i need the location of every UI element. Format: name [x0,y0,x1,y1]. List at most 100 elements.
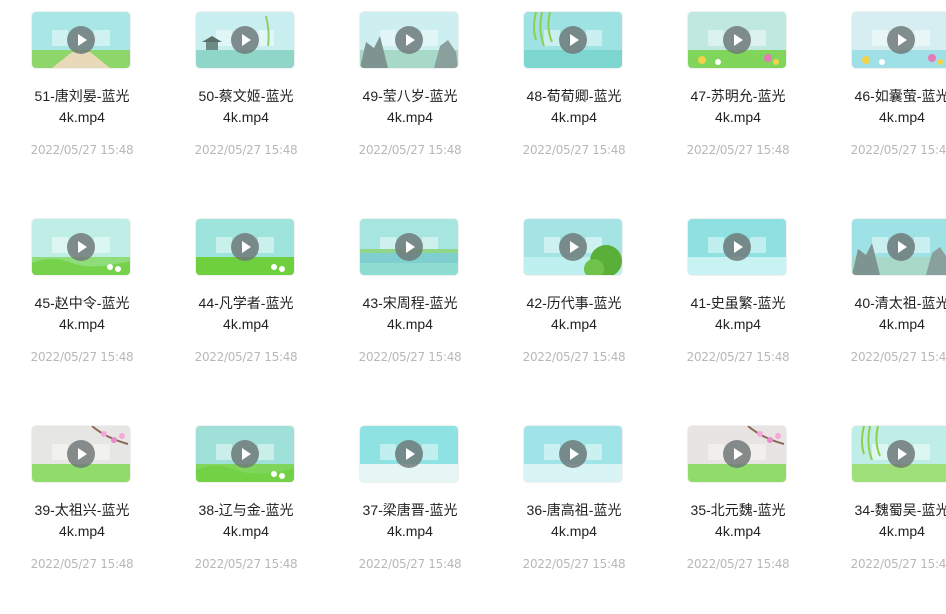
file-name[interactable]: 51-唐刘晏-蓝光 4k.mp4 [0,86,164,128]
video-file-item[interactable]: 48-荀荀卿-蓝光 4k.mp4 2022/05/27 15:48 [492,0,656,200]
video-file-item[interactable]: 41-史虽繁-蓝光 4k.mp4 2022/05/27 15:48 [656,207,820,407]
video-thumbnail[interactable] [524,219,622,275]
file-name[interactable]: 42-历代事-蓝光 4k.mp4 [492,293,656,335]
file-name-line2: 4k.mp4 [551,523,597,539]
file-name-line2: 4k.mp4 [387,523,433,539]
file-name-line2: 4k.mp4 [223,523,269,539]
play-icon[interactable] [395,233,423,261]
file-name-line1: 43-宋周程-蓝光 [362,295,458,311]
file-name-line2: 4k.mp4 [715,316,761,332]
video-thumbnail[interactable] [360,426,458,482]
video-thumbnail[interactable] [852,426,946,482]
file-date: 2022/05/27 15:48 [358,350,462,364]
play-icon[interactable] [231,233,259,261]
file-name-line1: 44-凡学者-蓝光 [198,295,294,311]
file-name[interactable]: 47-苏明允-蓝光 4k.mp4 [656,86,820,128]
video-file-item[interactable]: 38-辽与金-蓝光 4k.mp4 2022/05/27 15:48 [164,414,328,614]
file-name[interactable]: 39-太祖兴-蓝光 4k.mp4 [0,500,164,542]
file-name-line2: 4k.mp4 [551,109,597,125]
video-thumbnail[interactable] [196,12,294,68]
file-date: 2022/05/27 15:48 [30,143,134,157]
file-name-line1: 41-史虽繁-蓝光 [690,295,786,311]
file-name[interactable]: 36-唐高祖-蓝光 4k.mp4 [492,500,656,542]
file-date: 2022/05/27 15:48 [358,143,462,157]
video-thumbnail[interactable] [360,219,458,275]
video-thumbnail[interactable] [688,219,786,275]
play-icon[interactable] [559,26,587,54]
play-icon[interactable] [559,440,587,468]
video-file-item[interactable]: 49-莹八岁-蓝光 4k.mp4 2022/05/27 15:48 [328,0,492,200]
video-thumbnail[interactable] [852,219,946,275]
file-name[interactable]: 43-宋周程-蓝光 4k.mp4 [328,293,492,335]
video-thumbnail[interactable] [524,12,622,68]
play-icon[interactable] [67,26,95,54]
video-file-item[interactable]: 37-梁唐晋-蓝光 4k.mp4 2022/05/27 15:48 [328,414,492,614]
file-name-line2: 4k.mp4 [59,109,105,125]
file-name[interactable]: 45-赵中令-蓝光 4k.mp4 [0,293,164,335]
file-name[interactable]: 38-辽与金-蓝光 4k.mp4 [164,500,328,542]
video-file-item[interactable]: 39-太祖兴-蓝光 4k.mp4 2022/05/27 15:48 [0,414,164,614]
play-icon[interactable] [887,440,915,468]
play-icon[interactable] [723,26,751,54]
play-icon[interactable] [67,440,95,468]
video-thumbnail[interactable] [688,426,786,482]
file-name[interactable]: 49-莹八岁-蓝光 4k.mp4 [328,86,492,128]
video-file-item[interactable]: 43-宋周程-蓝光 4k.mp4 2022/05/27 15:48 [328,207,492,407]
video-thumbnail[interactable] [32,219,130,275]
file-name-line1: 51-唐刘晏-蓝光 [34,88,130,104]
video-file-item[interactable]: 44-凡学者-蓝光 4k.mp4 2022/05/27 15:48 [164,207,328,407]
file-date: 2022/05/27 15:48 [850,143,946,157]
file-name[interactable]: 46-如囊萤-蓝光 4k.mp4 [820,86,946,128]
play-icon[interactable] [559,233,587,261]
video-file-item[interactable]: 45-赵中令-蓝光 4k.mp4 2022/05/27 15:48 [0,207,164,407]
video-thumbnail[interactable] [32,12,130,68]
file-name-line2: 4k.mp4 [879,316,925,332]
play-icon[interactable] [887,26,915,54]
file-name[interactable]: 50-蔡文姬-蓝光 4k.mp4 [164,86,328,128]
file-name-line2: 4k.mp4 [715,109,761,125]
file-name-line1: 45-赵中令-蓝光 [34,295,130,311]
file-name[interactable]: 35-北元魏-蓝光 4k.mp4 [656,500,820,542]
video-thumbnail[interactable] [360,12,458,68]
play-icon[interactable] [231,26,259,54]
file-name[interactable]: 44-凡学者-蓝光 4k.mp4 [164,293,328,335]
video-file-item[interactable]: 34-魏蜀吴-蓝光 4k.mp4 2022/05/27 15:48 [820,414,946,614]
video-thumbnail[interactable] [524,426,622,482]
file-name[interactable]: 37-梁唐晋-蓝光 4k.mp4 [328,500,492,542]
video-file-item[interactable]: 47-苏明允-蓝光 4k.mp4 2022/05/27 15:48 [656,0,820,200]
file-date: 2022/05/27 15:48 [194,557,298,571]
video-thumbnail[interactable] [688,12,786,68]
file-date: 2022/05/27 15:48 [194,350,298,364]
file-name[interactable]: 40-清太祖-蓝光 4k.mp4 [820,293,946,335]
file-name-line2: 4k.mp4 [223,316,269,332]
file-name-line1: 48-荀荀卿-蓝光 [526,88,622,104]
file-name-line1: 34-魏蜀吴-蓝光 [854,502,946,518]
video-thumbnail[interactable] [32,426,130,482]
file-name-line1: 47-苏明允-蓝光 [690,88,786,104]
play-icon[interactable] [67,233,95,261]
video-thumbnail[interactable] [852,12,946,68]
video-file-item[interactable]: 51-唐刘晏-蓝光 4k.mp4 2022/05/27 15:48 [0,0,164,200]
file-name-line1: 49-莹八岁-蓝光 [362,88,458,104]
play-icon[interactable] [395,26,423,54]
file-name-line1: 39-太祖兴-蓝光 [34,502,130,518]
video-file-item[interactable]: 50-蔡文姬-蓝光 4k.mp4 2022/05/27 15:48 [164,0,328,200]
video-file-item[interactable]: 42-历代事-蓝光 4k.mp4 2022/05/27 15:48 [492,207,656,407]
video-file-item[interactable]: 46-如囊萤-蓝光 4k.mp4 2022/05/27 15:48 [820,0,946,200]
play-icon[interactable] [231,440,259,468]
play-icon[interactable] [395,440,423,468]
file-name[interactable]: 48-荀荀卿-蓝光 4k.mp4 [492,86,656,128]
file-name-line1: 50-蔡文姬-蓝光 [198,88,294,104]
video-file-item[interactable]: 40-清太祖-蓝光 4k.mp4 2022/05/27 15:48 [820,207,946,407]
file-name[interactable]: 41-史虽繁-蓝光 4k.mp4 [656,293,820,335]
file-date: 2022/05/27 15:48 [30,557,134,571]
play-icon[interactable] [887,233,915,261]
video-file-item[interactable]: 35-北元魏-蓝光 4k.mp4 2022/05/27 15:48 [656,414,820,614]
video-thumbnail[interactable] [196,219,294,275]
file-name[interactable]: 34-魏蜀吴-蓝光 4k.mp4 [820,500,946,542]
video-thumbnail[interactable] [196,426,294,482]
video-file-item[interactable]: 36-唐高祖-蓝光 4k.mp4 2022/05/27 15:48 [492,414,656,614]
file-grid: 51-唐刘晏-蓝光 4k.mp4 2022/05/27 15:48 50-蔡文姬-蓝… [0,0,946,571]
play-icon[interactable] [723,233,751,261]
play-icon[interactable] [723,440,751,468]
